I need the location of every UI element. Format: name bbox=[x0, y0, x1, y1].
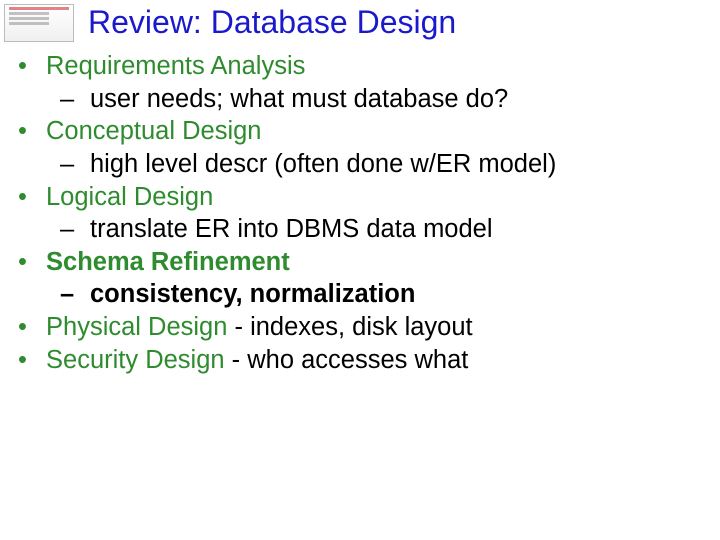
bullet-label: Conceptual Design bbox=[46, 117, 261, 145]
bullet-dot-icon: • bbox=[18, 311, 46, 344]
slide-title: Review: Database Design bbox=[88, 4, 456, 41]
bullet-security-design: • Security Design - who accesses what bbox=[18, 344, 702, 377]
bullet-conceptual-design: • Conceptual Design bbox=[18, 115, 702, 148]
subbullet: – user needs; what must database do? bbox=[18, 83, 702, 116]
dash-icon: – bbox=[60, 278, 90, 311]
bullet-dot-icon: • bbox=[18, 246, 46, 279]
subbullet: – high level descr (often done w/ER mode… bbox=[18, 148, 702, 181]
dash-icon: – bbox=[60, 83, 90, 116]
bullet-label: Physical Design bbox=[46, 313, 227, 341]
bullet-logical-design: • Logical Design bbox=[18, 181, 702, 214]
bullet-label: Schema Refinement bbox=[46, 248, 290, 276]
bullet-dot-icon: • bbox=[18, 115, 46, 148]
bullet-schema-refinement: • Schema Refinement bbox=[18, 246, 702, 279]
subbullet-text: user needs; what must database do? bbox=[90, 83, 508, 116]
slide-thumbnail bbox=[4, 4, 74, 42]
bullet-requirements-analysis: • Requirements Analysis bbox=[18, 50, 702, 83]
subbullet-text: high level descr (often done w/ER model) bbox=[90, 148, 556, 181]
subbullet-text: translate ER into DBMS data model bbox=[90, 213, 493, 246]
subbullet: – translate ER into DBMS data model bbox=[18, 213, 702, 246]
slide: Review: Database Design • Requirements A… bbox=[0, 0, 720, 540]
bullet-label: Requirements Analysis bbox=[46, 52, 305, 80]
bullet-label: Logical Design bbox=[46, 183, 213, 211]
subbullet-text: consistency, normalization bbox=[90, 278, 415, 311]
slide-body: • Requirements Analysis – user needs; wh… bbox=[18, 50, 702, 376]
bullet-tail: - who accesses what bbox=[225, 346, 469, 374]
bullet-dot-icon: • bbox=[18, 50, 46, 83]
dash-icon: – bbox=[60, 213, 90, 246]
bullet-dot-icon: • bbox=[18, 181, 46, 214]
subbullet: – consistency, normalization bbox=[18, 278, 702, 311]
bullet-dot-icon: • bbox=[18, 344, 46, 377]
bullet-physical-design: • Physical Design - indexes, disk layout bbox=[18, 311, 702, 344]
dash-icon: – bbox=[60, 148, 90, 181]
bullet-label: Security Design bbox=[46, 346, 225, 374]
bullet-tail: - indexes, disk layout bbox=[227, 313, 472, 341]
